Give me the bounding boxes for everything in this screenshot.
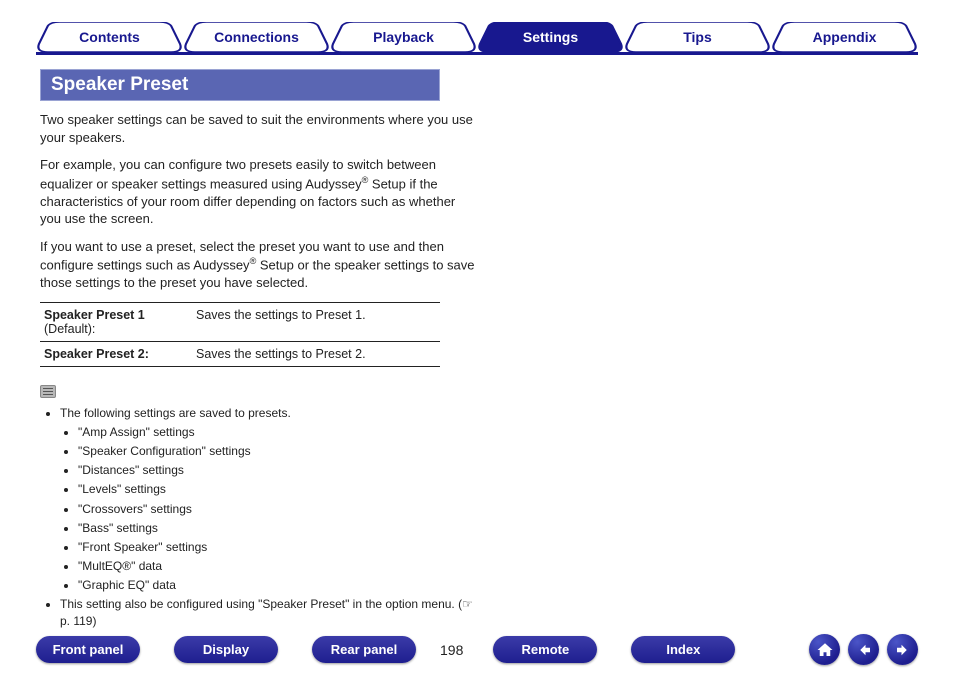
- footer-bar: Front panel Display Rear panel 198 Remot…: [0, 634, 954, 665]
- next-button[interactable]: [887, 634, 918, 665]
- list-item: "Distances" settings: [78, 462, 475, 478]
- pointer-icon: ☞: [462, 597, 473, 611]
- list-item: This setting also be configured using "S…: [60, 596, 475, 628]
- tab-contents[interactable]: Contents: [36, 22, 183, 52]
- tab-tips[interactable]: Tips: [624, 22, 771, 52]
- preset-default: (Default):: [44, 322, 95, 336]
- list-item: "MultEQ®" data: [78, 558, 475, 574]
- preset-desc-cell: Saves the settings to Preset 1.: [192, 302, 440, 341]
- footer-buttons-right: Remote Index: [493, 636, 735, 663]
- table-row: Speaker Preset 2: Saves the settings to …: [40, 341, 440, 366]
- preset-name-cell: Speaker Preset 2:: [40, 341, 192, 366]
- preset-name: Speaker Preset 1: [44, 308, 145, 322]
- preset-table: Speaker Preset 1 (Default): Saves the se…: [40, 302, 440, 367]
- arrow-right-icon: [894, 641, 912, 659]
- list-item: "Levels" settings: [78, 481, 475, 497]
- nav-icons: [809, 634, 918, 665]
- tab-connections[interactable]: Connections: [183, 22, 330, 52]
- tab-label: Settings: [523, 29, 578, 45]
- section-title: Speaker Preset: [40, 69, 440, 101]
- intro-para-3: If you want to use a preset, select the …: [40, 238, 475, 292]
- footer-buttons-left: Front panel Display Rear panel: [36, 636, 416, 663]
- tab-label: Playback: [373, 29, 434, 45]
- preset-desc-cell: Saves the settings to Preset 2.: [192, 341, 440, 366]
- saved-settings-list: "Amp Assign" settings "Speaker Configura…: [60, 424, 475, 594]
- list-item: "Graphic EQ" data: [78, 577, 475, 593]
- intro-para-1: Two speaker settings can be saved to sui…: [40, 111, 475, 146]
- top-tabs: Contents Connections Playback Settings T…: [0, 0, 954, 52]
- display-button[interactable]: Display: [174, 636, 278, 663]
- remote-button[interactable]: Remote: [493, 636, 597, 663]
- notes-intro: The following settings are saved to pres…: [60, 406, 291, 420]
- tab-label: Connections: [214, 29, 299, 45]
- prev-button[interactable]: [848, 634, 879, 665]
- rear-panel-button[interactable]: Rear panel: [312, 636, 416, 663]
- notes-list: The following settings are saved to pres…: [40, 405, 475, 629]
- page-ref: p. 119): [60, 614, 96, 628]
- list-item: "Front Speaker" settings: [78, 539, 475, 555]
- preset-name-cell: Speaker Preset 1 (Default):: [40, 302, 192, 341]
- arrow-left-icon: [855, 641, 873, 659]
- note-text: This setting also be configured using "S…: [60, 597, 462, 611]
- index-button[interactable]: Index: [631, 636, 735, 663]
- preset-name: Speaker Preset 2:: [44, 347, 149, 361]
- list-item: "Bass" settings: [78, 520, 475, 536]
- list-item: The following settings are saved to pres…: [60, 405, 475, 594]
- intro-para-2: For example, you can configure two prese…: [40, 156, 475, 228]
- tab-appendix[interactable]: Appendix: [771, 22, 918, 52]
- list-item: "Amp Assign" settings: [78, 424, 475, 440]
- main-content: Speaker Preset Two speaker settings can …: [0, 55, 515, 629]
- table-row: Speaker Preset 1 (Default): Saves the se…: [40, 302, 440, 341]
- tab-label: Appendix: [813, 29, 877, 45]
- front-panel-button[interactable]: Front panel: [36, 636, 140, 663]
- tab-settings[interactable]: Settings: [477, 22, 624, 52]
- note-icon: [40, 385, 56, 398]
- tab-label: Contents: [79, 29, 140, 45]
- list-item: "Speaker Configuration" settings: [78, 443, 475, 459]
- tab-label: Tips: [683, 29, 712, 45]
- home-icon: [816, 641, 834, 659]
- list-item: "Crossovers" settings: [78, 501, 475, 517]
- tab-playback[interactable]: Playback: [330, 22, 477, 52]
- page-number: 198: [440, 642, 463, 658]
- home-button[interactable]: [809, 634, 840, 665]
